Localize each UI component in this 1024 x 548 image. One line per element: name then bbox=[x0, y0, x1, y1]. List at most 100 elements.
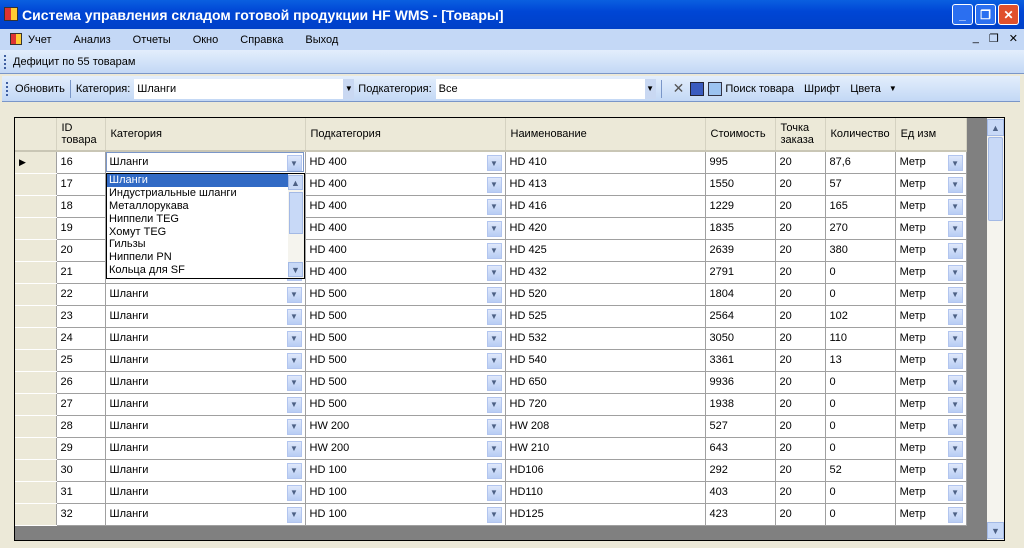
chevron-down-icon[interactable]: ▼ bbox=[486, 308, 502, 325]
chevron-down-icon[interactable]: ▼ bbox=[343, 78, 355, 99]
table-cell[interactable]: Метр ▼ bbox=[895, 437, 967, 460]
scroll-thumb[interactable] bbox=[289, 192, 303, 234]
menu-otchety[interactable]: Отчеты bbox=[133, 34, 171, 46]
table-cell[interactable]: 20 bbox=[775, 415, 826, 438]
table-cell[interactable]: HD 400 ▼ bbox=[305, 173, 506, 196]
chevron-down-icon[interactable]: ▼ bbox=[286, 396, 302, 413]
table-cell[interactable]: HD 400 ▼ bbox=[305, 261, 506, 284]
column-header[interactable]: Стоимость bbox=[705, 118, 776, 152]
table-cell[interactable]: HD 500 ▼ bbox=[305, 283, 506, 306]
table-cell[interactable]: 24 bbox=[56, 327, 106, 350]
table-row[interactable]: 27 Шланги ▼ HD 500 ▼ HD 720 1938 20 0 Метр ▼ bbox=[15, 393, 967, 416]
menu-analiz[interactable]: Анализ bbox=[74, 34, 111, 46]
table-cell[interactable]: HD 400 ▼ bbox=[305, 195, 506, 218]
table-cell[interactable]: 1550 bbox=[705, 173, 776, 196]
column-header[interactable]: Точка заказа bbox=[775, 118, 826, 152]
table-cell[interactable]: 87,6 bbox=[825, 151, 896, 174]
table-cell[interactable]: 57 bbox=[825, 173, 896, 196]
category-combo[interactable]: Шланги ▼ bbox=[134, 78, 355, 99]
table-cell[interactable]: HD 100 ▼ bbox=[305, 459, 506, 482]
minimize-button[interactable]: _ bbox=[952, 4, 973, 25]
chevron-down-icon[interactable]: ▼ bbox=[486, 155, 502, 171]
table-cell[interactable]: 27 bbox=[56, 393, 106, 416]
close-button[interactable]: ✕ bbox=[998, 4, 1019, 25]
chevron-down-icon[interactable]: ▼ bbox=[947, 374, 963, 391]
table-cell[interactable]: Метр ▼ bbox=[895, 481, 967, 504]
row-header[interactable] bbox=[15, 261, 57, 284]
table-cell[interactable]: 0 bbox=[825, 503, 896, 526]
dropdown-option[interactable]: Гильзы bbox=[107, 238, 304, 251]
dropdown-option[interactable]: Ниппели TEG bbox=[107, 213, 304, 226]
table-cell[interactable]: 0 bbox=[825, 481, 896, 504]
dropdown-option[interactable]: Хомут TEG bbox=[107, 226, 304, 239]
table-cell[interactable]: HW 200 ▼ bbox=[305, 415, 506, 438]
chevron-down-icon[interactable]: ▼ bbox=[947, 440, 963, 457]
table-cell[interactable]: HD 100 ▼ bbox=[305, 503, 506, 526]
table-cell[interactable]: 20 bbox=[775, 173, 826, 196]
table-cell[interactable]: HD 500 ▼ bbox=[305, 349, 506, 372]
chevron-down-icon[interactable]: ▼ bbox=[486, 220, 502, 237]
table-cell[interactable]: 20 bbox=[775, 261, 826, 284]
table-cell[interactable]: HD 400 ▼ bbox=[305, 217, 506, 240]
table-cell[interactable]: Шланги ▼ bbox=[105, 371, 306, 394]
chevron-down-icon[interactable]: ▼ bbox=[947, 352, 963, 369]
chevron-down-icon[interactable]: ▼ bbox=[947, 176, 963, 193]
column-header[interactable]: Количество bbox=[825, 118, 896, 152]
table-cell[interactable]: 2564 bbox=[705, 305, 776, 328]
table-cell[interactable]: 20 bbox=[775, 283, 826, 306]
chevron-down-icon[interactable]: ▼ bbox=[486, 374, 502, 391]
table-row[interactable]: 26 Шланги ▼ HD 500 ▼ HD 650 9936 20 0 Метр ▼ bbox=[15, 371, 967, 394]
table-cell[interactable]: 1804 bbox=[705, 283, 776, 306]
chevron-down-icon[interactable]: ▼ bbox=[947, 198, 963, 215]
table-cell[interactable]: 403 bbox=[705, 481, 776, 504]
table-cell[interactable]: 20 bbox=[775, 503, 826, 526]
table-cell[interactable]: Шланги ▼ bbox=[105, 151, 306, 174]
table-cell[interactable]: HD 425 bbox=[505, 239, 706, 262]
table-cell[interactable]: Шланги ▼ bbox=[105, 393, 306, 416]
chevron-down-icon[interactable]: ▼ bbox=[947, 462, 963, 479]
table-cell[interactable]: Шланги ▼ bbox=[105, 415, 306, 438]
dropdown-option[interactable]: Шланги bbox=[107, 174, 288, 187]
table-cell[interactable]: Метр ▼ bbox=[895, 327, 967, 350]
table-row[interactable]: 29 Шланги ▼ HW 200 ▼ HW 210 643 20 0 Метр ▼ bbox=[15, 437, 967, 460]
scroll-down-icon[interactable]: ▼ bbox=[987, 522, 1004, 539]
table-cell[interactable]: HD 400 ▼ bbox=[305, 151, 506, 174]
chevron-down-icon[interactable]: ▼ bbox=[947, 220, 963, 237]
table-row[interactable]: 23 Шланги ▼ HD 500 ▼ HD 525 2564 20 102 Метр ▼ bbox=[15, 305, 967, 328]
table-cell[interactable]: 20 bbox=[775, 217, 826, 240]
table-cell[interactable]: 20 bbox=[775, 195, 826, 218]
menu-spravka[interactable]: Справка bbox=[240, 34, 283, 46]
row-header[interactable]: ▶ bbox=[15, 151, 57, 174]
table-cell[interactable]: Метр ▼ bbox=[895, 459, 967, 482]
row-header[interactable] bbox=[15, 503, 57, 526]
chevron-down-icon[interactable]: ▼ bbox=[486, 484, 502, 501]
table-cell[interactable]: HD 413 bbox=[505, 173, 706, 196]
table-cell[interactable]: 20 bbox=[775, 151, 826, 174]
table-cell[interactable]: 995 bbox=[705, 151, 776, 174]
table-cell[interactable]: 52 bbox=[825, 459, 896, 482]
chevron-down-icon[interactable]: ▼ bbox=[286, 462, 302, 479]
table-cell[interactable]: 13 bbox=[825, 349, 896, 372]
table-cell[interactable]: 17 bbox=[56, 173, 106, 196]
table-row[interactable]: 30 Шланги ▼ HD 100 ▼ HD106 292 20 52 Метр ▼ bbox=[15, 459, 967, 482]
dropdown-option[interactable]: Кольца для SF bbox=[107, 264, 304, 277]
table-cell[interactable]: 292 bbox=[705, 459, 776, 482]
table-cell[interactable]: HD 540 bbox=[505, 349, 706, 372]
table-cell[interactable]: Метр ▼ bbox=[895, 349, 967, 372]
table-cell[interactable]: Шланги ▼ bbox=[105, 349, 306, 372]
row-header[interactable] bbox=[15, 173, 57, 196]
table-cell[interactable]: Шланги ▼ bbox=[105, 437, 306, 460]
chevron-down-icon[interactable]: ▼ bbox=[286, 155, 302, 171]
refresh-button[interactable]: Обновить bbox=[15, 83, 65, 95]
table-cell[interactable]: HD 520 bbox=[505, 283, 706, 306]
table-cell[interactable]: 0 bbox=[825, 437, 896, 460]
chevron-down-icon[interactable]: ▼ bbox=[486, 462, 502, 479]
table-row[interactable]: ▶ 16 Шланги ▼ HD 400 ▼ HD 410 995 20 87,6 Метр ▼ bbox=[15, 151, 967, 174]
chevron-down-icon[interactable]: ▼ bbox=[286, 506, 302, 523]
dropdown-option[interactable]: Индустриальные шланги bbox=[107, 187, 304, 200]
table-cell[interactable]: 643 bbox=[705, 437, 776, 460]
row-header[interactable] bbox=[15, 437, 57, 460]
table-cell[interactable]: Метр ▼ bbox=[895, 261, 967, 284]
chevron-down-icon[interactable]: ▼ bbox=[486, 352, 502, 369]
menu-uchet[interactable]: Учет bbox=[28, 34, 52, 46]
